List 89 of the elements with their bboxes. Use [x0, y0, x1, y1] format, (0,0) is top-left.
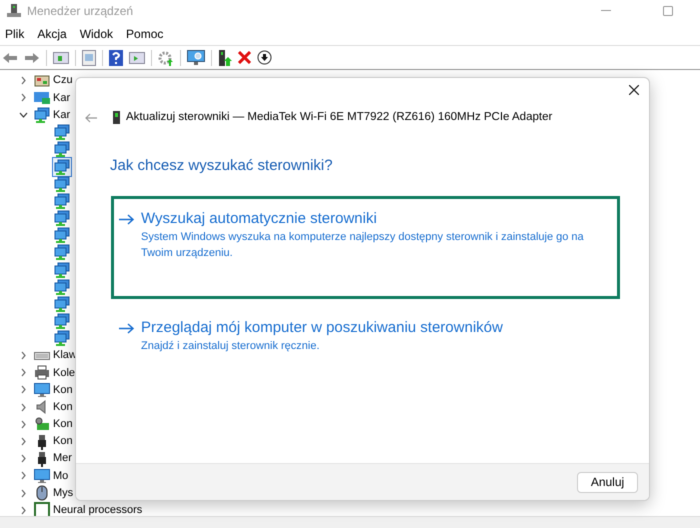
network-card-icon: [113, 111, 120, 124]
network-icon: [54, 176, 70, 192]
option-title: Wyszukaj automatycznie sterowniki: [141, 208, 378, 229]
dialog-title: Aktualizuj sterowniki — MediaTek Wi-Fi 6E MT7922 (RZ616) 160MHz PCIe Adapter: [126, 110, 552, 125]
tree-item[interactable]: [52, 328, 72, 348]
collapse-chevron-icon[interactable]: [19, 112, 28, 118]
monitor-icon: [34, 468, 50, 484]
monitor-icon: [34, 382, 50, 398]
forward-icon[interactable]: [24, 50, 40, 64]
chip-icon: [34, 502, 50, 518]
tree-item[interactable]: [52, 294, 72, 314]
cancel-button[interactable]: Anuluj: [577, 472, 638, 492]
tree-item-label[interactable]: Kon: [53, 382, 73, 398]
option-description: System Windows wyszuka na komputerze najlepszy dostępny sterownik i zainstaluje go na Twoim urządzeniu.: [141, 230, 585, 261]
network-icon: [54, 192, 70, 209]
arrow-icon: [119, 322, 135, 334]
option-title: Przeglądaj mój komputer w poszukiwaniu sterowników: [141, 318, 503, 338]
tree-item[interactable]: [52, 242, 72, 262]
tree-item[interactable]: [52, 190, 72, 211]
tree-item-label[interactable]: Kon: [53, 416, 73, 433]
option-description: Znajdź i zainstaluj sterownik ręcznie.: [141, 338, 321, 354]
network-icon: [54, 278, 70, 295]
tree-item-label[interactable]: Kar: [53, 90, 70, 106]
network-icon: [54, 313, 70, 330]
network-icon: [54, 296, 70, 312]
panel-icon[interactable]: [129, 50, 145, 64]
menu-item[interactable]: Plik: [5, 24, 24, 42]
expand-chevron-icon[interactable]: [21, 402, 26, 412]
network-icon: [54, 262, 70, 278]
arrow-icon: [119, 214, 135, 225]
option-link[interactable]: Przeglądaj mój komputer w poszukiwaniu sterowników Znajdź i zainstaluj sterownik ręcznie.: [111, 312, 620, 357]
tree-item-label[interactable]: Mys: [53, 484, 74, 502]
maximize-icon[interactable]: [663, 6, 673, 16]
panel-icon[interactable]: [53, 50, 69, 64]
tree-item[interactable]: [52, 260, 72, 280]
window-title: Menedżer urządzeń: [27, 3, 134, 20]
tree-item-label[interactable]: Kon: [53, 398, 73, 416]
tree-item-label[interactable]: Kar: [53, 106, 70, 124]
expand-chevron-icon[interactable]: [21, 76, 26, 86]
expand-chevron-icon[interactable]: [21, 93, 26, 102]
minimize-icon[interactable]: [601, 10, 611, 12]
network-icon: [54, 210, 70, 226]
printer-icon: [34, 364, 50, 381]
expand-chevron-icon[interactable]: [21, 351, 26, 360]
tree-item[interactable]: [52, 311, 72, 332]
help-icon[interactable]: [109, 50, 123, 66]
selected-tree-item[interactable]: [52, 156, 72, 177]
option-link[interactable]: Wyszukaj automatycznie sterowniki System Windows wyszuka na komputerze najlepszy dostępny sterownik i zainstaluje go na Twoim urządzeniu.: [111, 196, 620, 299]
expand-chevron-icon[interactable]: [21, 454, 26, 464]
expand-chevron-icon[interactable]: [21, 471, 26, 480]
monitor-search-icon[interactable]: [187, 50, 205, 66]
network-icon: [54, 330, 70, 346]
close-icon[interactable]: [629, 85, 639, 95]
network-icon: [54, 244, 70, 260]
tree-item[interactable]: [52, 122, 72, 142]
tree-item[interactable]: [52, 139, 72, 160]
document-icon[interactable]: [82, 50, 96, 66]
dialog-heading: Jak chcesz wyszukać sterowniki?: [110, 156, 334, 176]
tree-item-label[interactable]: Mo: [53, 468, 68, 484]
tree-item-label[interactable]: Kole: [53, 364, 76, 382]
expand-chevron-icon[interactable]: [21, 420, 26, 429]
tree-item[interactable]: [52, 208, 72, 228]
tree-item-label[interactable]: Neural processors: [53, 502, 142, 519]
menu-item[interactable]: Widok: [80, 24, 114, 42]
back-icon[interactable]: [2, 50, 18, 64]
tree-item-label[interactable]: Mer: [53, 450, 72, 467]
device-upload-icon[interactable]: [218, 50, 232, 66]
expand-chevron-icon[interactable]: [21, 437, 26, 446]
tree-item-label[interactable]: Czu: [53, 72, 73, 89]
network-icon: [54, 227, 70, 244]
network-icon: [54, 141, 70, 158]
tree-item[interactable]: [52, 174, 72, 194]
delete-icon[interactable]: [238, 51, 251, 64]
expand-chevron-icon[interactable]: [21, 488, 26, 498]
tree-item[interactable]: [52, 225, 72, 246]
expand-chevron-icon[interactable]: [21, 368, 26, 378]
network-icon: [54, 124, 70, 140]
menu-item[interactable]: Akcja: [37, 24, 67, 42]
tree-item-label[interactable]: Kon: [53, 433, 73, 450]
expand-chevron-icon[interactable]: [21, 385, 26, 394]
menu-item[interactable]: Pomoc: [126, 24, 164, 42]
expand-chevron-icon[interactable]: [21, 506, 26, 515]
download-icon[interactable]: [257, 50, 272, 65]
back-icon[interactable]: [85, 112, 97, 123]
network-icon: [54, 158, 70, 175]
mouse-icon: [34, 485, 50, 502]
app-icon: [7, 4, 21, 18]
tree-item[interactable]: [52, 276, 72, 297]
network-icon: [34, 106, 50, 123]
